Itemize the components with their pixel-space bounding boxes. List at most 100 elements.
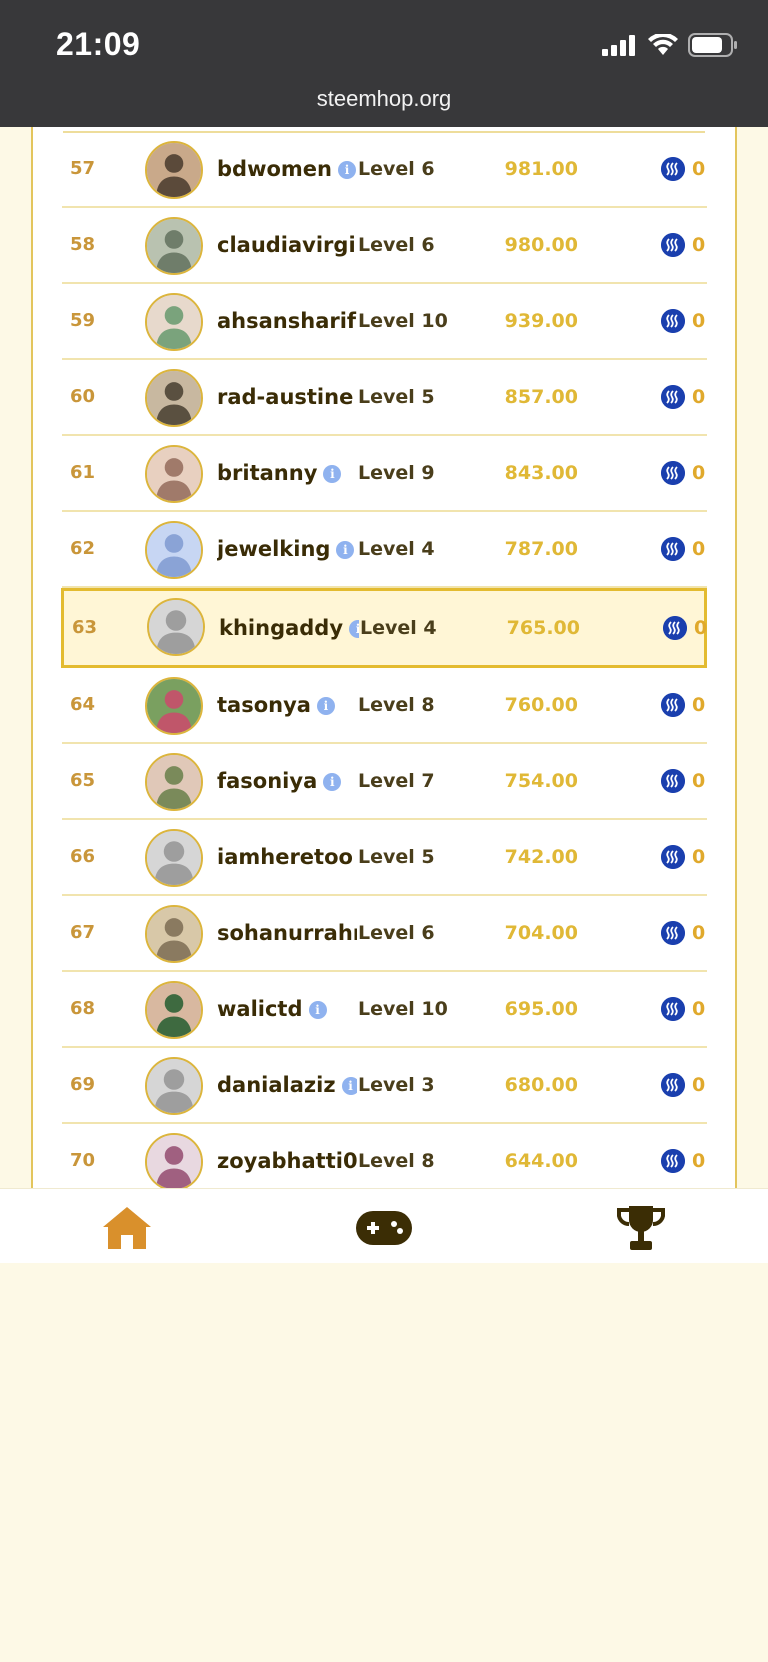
user-photo-icon — [147, 447, 201, 501]
level-label: Level 4 — [360, 617, 437, 639]
rank: 67 — [70, 922, 96, 943]
username-text: iamheretoo — [217, 845, 353, 869]
address-bar-url[interactable]: steemhop.org — [0, 86, 768, 112]
steem-icon — [661, 921, 685, 945]
score: 704.00 — [504, 922, 578, 944]
username[interactable]: ahsansharifi — [217, 284, 357, 358]
avatar[interactable] — [145, 905, 203, 963]
avatar[interactable] — [145, 293, 203, 351]
default-avatar-icon — [147, 831, 201, 885]
leaderboard-row-current-user[interactable]: 63 khingaddy i Level 4 765.00 0 — [61, 588, 707, 668]
level-label: Level 6 — [358, 234, 435, 256]
username[interactable]: khingaddy i — [219, 591, 359, 665]
rank: 63 — [72, 617, 98, 638]
nav-leaderboard-button[interactable] — [611, 1203, 671, 1253]
nav-game-button[interactable] — [354, 1203, 414, 1253]
avatar[interactable] — [145, 753, 203, 811]
leaderboard-row[interactable]: 61 britanny i Level 9 843.00 0 — [62, 436, 707, 512]
info-icon[interactable]: i — [323, 773, 342, 791]
info-icon[interactable]: i — [308, 1001, 327, 1019]
leaderboard-row[interactable]: 67 sohanurrahniLevel 6 704.00 0 — [62, 896, 707, 972]
bottom-nav — [0, 1188, 768, 1263]
info-icon[interactable]: i — [349, 620, 359, 638]
username[interactable]: jewelking i — [217, 512, 357, 586]
steem-reward: 0 — [692, 1074, 706, 1096]
username[interactable]: bdwomen i — [217, 132, 357, 206]
username-text: bdwomen — [217, 157, 332, 181]
username-text: jewelking — [217, 537, 331, 561]
avatar[interactable] — [145, 1133, 203, 1188]
steem-icon — [661, 1073, 685, 1097]
username[interactable]: walictd i — [217, 972, 357, 1046]
level-label: Level 8 — [358, 694, 435, 716]
username-text: britanny — [217, 461, 318, 485]
username-text: sohanurrahn — [217, 921, 357, 945]
leaderboard-row[interactable]: 60 rad-austineiLevel 5 857.00 0 — [62, 360, 707, 436]
username[interactable]: sohanurrahni — [217, 896, 357, 970]
steem-reward: 0 — [692, 310, 706, 332]
steem-reward: 0 — [692, 846, 706, 868]
avatar[interactable] — [145, 1057, 203, 1115]
username[interactable]: fasoniya i — [217, 744, 357, 818]
rank: 65 — [70, 770, 96, 791]
username-text: claudiavirgir — [217, 233, 357, 257]
leaderboard-row[interactable]: 70 zoyabhatti0(iLevel 8 644.00 0 — [62, 1124, 707, 1188]
avatar[interactable] — [145, 445, 203, 503]
username[interactable]: zoyabhatti0(i — [217, 1124, 357, 1188]
avatar[interactable] — [145, 217, 203, 275]
avatar[interactable] — [147, 598, 205, 656]
home-icon — [103, 1207, 151, 1249]
leaderboard-row[interactable]: 64 tasonya i Level 8 760.00 0 — [62, 668, 707, 744]
gamepad-icon — [356, 1211, 412, 1245]
score: 754.00 — [504, 770, 578, 792]
username-text: khingaddy — [219, 616, 344, 640]
steem-icon — [661, 309, 685, 333]
leaderboard-row[interactable]: 57 bdwomen i Level 6 981.00 0 — [62, 132, 707, 208]
default-avatar-icon — [149, 600, 203, 654]
steem-reward: 0 — [692, 770, 706, 792]
username[interactable]: britanny i — [217, 436, 357, 510]
rank: 59 — [70, 310, 96, 331]
leaderboard-row[interactable]: 59 ahsansharifiLevel 10 939.00 0 — [62, 284, 707, 360]
avatar[interactable] — [145, 369, 203, 427]
username[interactable]: rad-austinei — [217, 360, 357, 434]
score: 742.00 — [504, 846, 578, 868]
leaderboard-row[interactable]: 69 danialaziz i Level 3 680.00 0 — [62, 1048, 707, 1124]
avatar[interactable] — [145, 521, 203, 579]
info-icon[interactable]: i — [323, 465, 342, 483]
system-icons — [602, 32, 738, 58]
user-photo-icon — [147, 295, 201, 349]
username-text: zoyabhatti0( — [217, 1149, 357, 1173]
avatar[interactable] — [145, 829, 203, 887]
steem-reward: 0 — [692, 998, 706, 1020]
leaderboard-row[interactable]: 65 fasoniya i Level 7 754.00 0 — [62, 744, 707, 820]
username[interactable]: danialaziz i — [217, 1048, 357, 1122]
steem-icon — [661, 461, 685, 485]
leaderboard-row[interactable]: 62 jewelking i Level 4 787.00 0 — [62, 512, 707, 588]
info-icon[interactable]: i — [336, 541, 355, 559]
info-icon[interactable]: i — [337, 161, 356, 179]
score: 980.00 — [504, 234, 578, 256]
score: 843.00 — [504, 462, 578, 484]
avatar[interactable] — [145, 981, 203, 1039]
leaderboard-row[interactable]: 66 iamheretooiLevel 5 742.00 0 — [62, 820, 707, 896]
info-icon[interactable]: i — [341, 1077, 357, 1095]
battery-icon — [688, 33, 737, 57]
avatar[interactable] — [145, 677, 203, 735]
leaderboard-row[interactable]: 68 walictd i Level 10 695.00 0 — [62, 972, 707, 1048]
user-photo-icon — [147, 907, 201, 961]
username[interactable]: tasonya i — [217, 668, 357, 742]
steem-reward: 0 — [692, 694, 706, 716]
info-icon[interactable]: i — [316, 697, 335, 715]
steem-icon — [661, 157, 685, 181]
leaderboard-row[interactable]: 58 claudiavirgiriLevel 6 980.00 0 — [62, 208, 707, 284]
level-label: Level 3 — [358, 1074, 435, 1096]
steem-icon — [661, 845, 685, 869]
username[interactable]: iamheretooi — [217, 820, 357, 894]
steem-icon — [663, 616, 687, 640]
steem-reward: 0 — [692, 922, 706, 944]
avatar[interactable] — [145, 141, 203, 199]
username[interactable]: claudiavirgiri — [217, 208, 357, 282]
username-text: rad-austine — [217, 385, 354, 409]
nav-home-button[interactable] — [97, 1203, 157, 1253]
